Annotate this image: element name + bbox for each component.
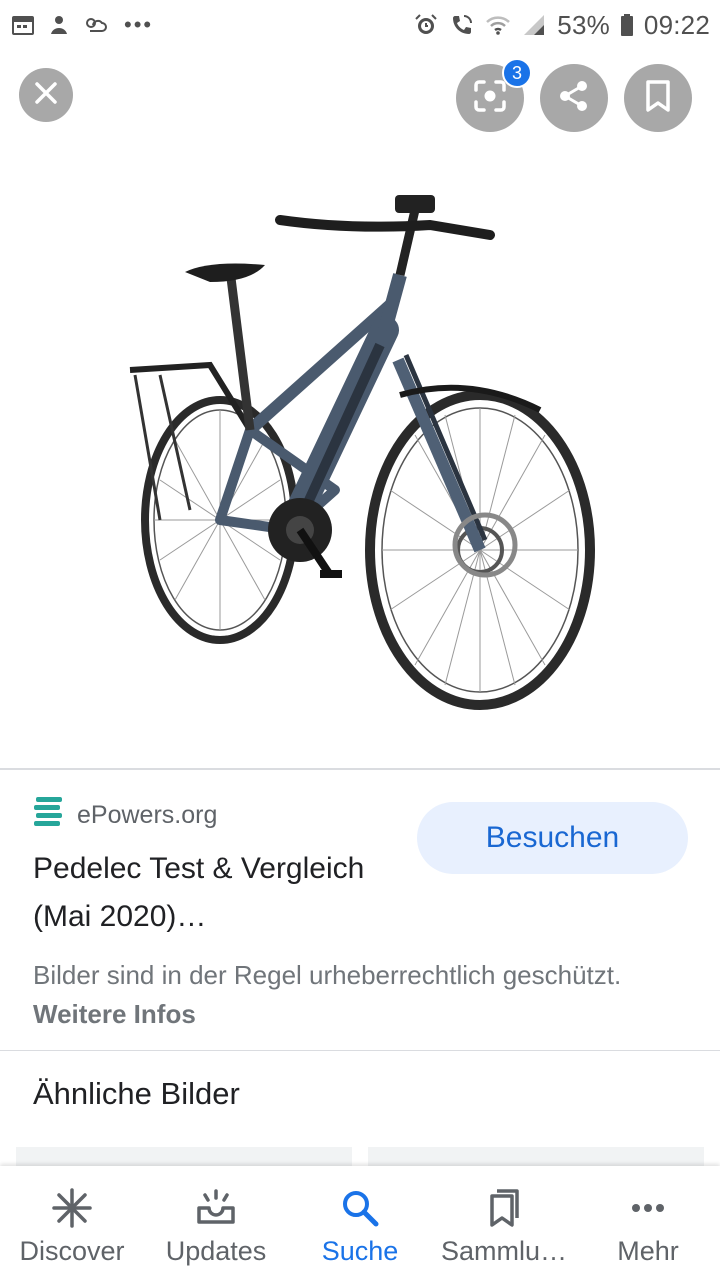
main-image[interactable] <box>0 140 720 760</box>
notification-icon <box>46 12 72 38</box>
calendar-icon <box>10 12 36 38</box>
nav-label: Mehr <box>617 1236 679 1266</box>
nav-collections[interactable]: Sammlu… <box>432 1166 576 1280</box>
copyright-notice: Bilder sind in der Regel urheberrechtlic… <box>33 956 683 1034</box>
source[interactable]: ePowers.org <box>33 795 217 836</box>
alarm-icon <box>413 12 439 38</box>
visit-button[interactable]: Besuchen <box>417 802 688 874</box>
divider-top <box>0 768 720 770</box>
status-bar: ••• 53% 09:22 <box>0 0 720 50</box>
nav-label: Updates <box>165 1236 267 1266</box>
lens-button[interactable]: 3 <box>456 58 532 132</box>
lens-badge: 3 <box>502 58 532 88</box>
wifi-icon <box>485 12 511 38</box>
nav-discover[interactable]: Discover <box>0 1166 144 1280</box>
search-icon <box>338 1186 382 1230</box>
close-button[interactable] <box>19 68 73 122</box>
wifi-call-icon <box>449 12 475 38</box>
divider-bottom <box>0 1050 720 1051</box>
bookmark-icon <box>644 79 672 118</box>
copyright-text: Bilder sind in der Regel urheberrechtlic… <box>33 960 622 990</box>
similar-images-heading: Ähnliche Bilder <box>33 1076 240 1111</box>
share-icon <box>557 79 591 118</box>
asterisk-icon <box>50 1186 94 1230</box>
nav-more[interactable]: Mehr <box>576 1166 720 1280</box>
lens-icon <box>473 79 507 118</box>
collections-icon <box>482 1186 526 1230</box>
weather-icon <box>82 12 108 38</box>
save-button[interactable] <box>624 64 692 132</box>
nav-label: Suche <box>321 1236 399 1266</box>
ebike-illustration <box>129 195 595 710</box>
clock: 09:22 <box>643 9 710 40</box>
signal-icon <box>521 12 547 38</box>
updates-icon <box>194 1186 238 1230</box>
nav-search[interactable]: Suche <box>288 1166 432 1280</box>
more-info-link[interactable]: Weitere Infos <box>33 999 196 1029</box>
battery-icon <box>620 12 634 38</box>
more-notifications-icon: ••• <box>124 12 154 37</box>
status-left: ••• <box>10 12 153 38</box>
share-button[interactable] <box>540 64 608 132</box>
result-title[interactable]: Pedelec Test & Vergleich (Mai 2020)… <box>33 845 403 941</box>
bottom-navigation: Discover Updates Suche Sammlu… Mehr <box>0 1166 720 1280</box>
close-icon <box>33 80 59 111</box>
more-icon <box>626 1186 670 1230</box>
nav-label: Sammlu… <box>440 1236 568 1266</box>
battery-percent: 53% <box>557 9 610 40</box>
nav-updates[interactable]: Updates <box>144 1166 288 1280</box>
status-right: 53% 09:22 <box>413 10 710 41</box>
site-favicon-icon <box>33 795 65 836</box>
source-name: ePowers.org <box>77 801 218 829</box>
nav-label: Discover <box>19 1236 125 1266</box>
